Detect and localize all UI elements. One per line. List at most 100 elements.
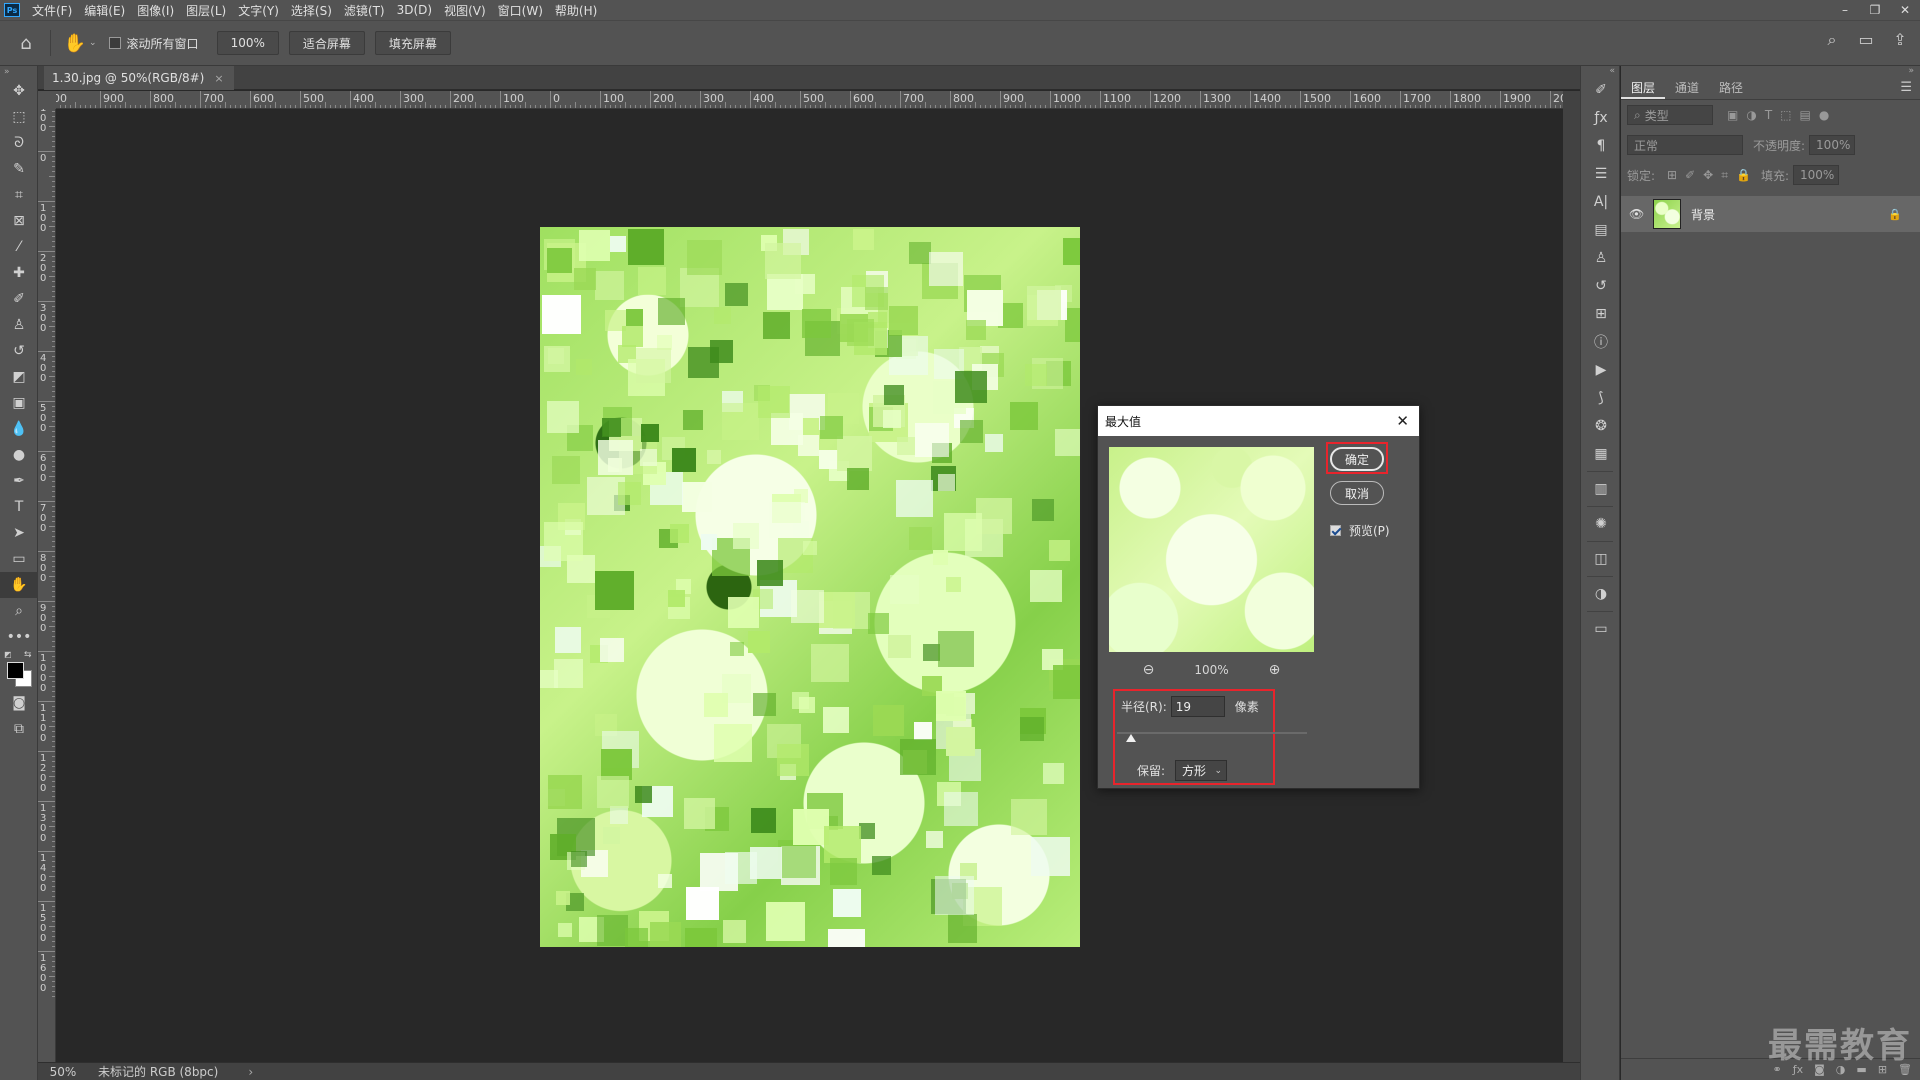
menu-select[interactable]: 选择(S) xyxy=(291,2,332,19)
status-zoom-level[interactable]: 50% xyxy=(38,1065,88,1079)
lock-pixels-icon[interactable]: ✐ xyxy=(1685,168,1695,182)
zoom-in-icon[interactable]: ⊕ xyxy=(1269,662,1281,678)
path-selection-tool-icon[interactable]: ➤ xyxy=(0,520,38,546)
dialog-titlebar[interactable]: 最大值 ✕ xyxy=(1098,406,1419,436)
tool-preset-chevron-icon[interactable]: ⌄ xyxy=(89,38,97,48)
marquee-tool-icon[interactable]: ⬚ xyxy=(0,104,38,130)
search-icon[interactable]: ⌕ xyxy=(1822,30,1842,50)
brush-settings-icon[interactable]: ✐ xyxy=(1581,76,1621,104)
adjustments-icon[interactable]: ☰ xyxy=(1581,160,1621,188)
pen-tool-icon[interactable]: ✒ xyxy=(0,468,38,494)
layer-row-background[interactable]: 👁 背景 🔒 xyxy=(1621,196,1920,232)
lock-transparent-icon[interactable]: ⊞ xyxy=(1667,168,1677,182)
zoom-100-button[interactable]: 100% xyxy=(216,31,279,55)
preview-checkbox[interactable] xyxy=(1330,525,1341,536)
fill-screen-button[interactable]: 填充屏幕 xyxy=(374,31,451,55)
foreground-color-swatch[interactable] xyxy=(7,662,24,679)
quick-mask-icon[interactable]: ◙ xyxy=(0,690,38,716)
home-icon[interactable]: ⌂ xyxy=(12,29,40,57)
close-window-icon[interactable]: ✕ xyxy=(1890,0,1920,20)
paths-panel-icon[interactable]: ⟆ xyxy=(1581,384,1621,412)
expand-toolbar-icon[interactable]: » xyxy=(0,66,37,78)
styles-icon[interactable]: ƒx xyxy=(1581,104,1621,132)
visibility-eye-icon[interactable]: 👁 xyxy=(1629,207,1647,221)
menu-type[interactable]: 文字(Y) xyxy=(238,2,279,19)
adjustment-circle-icon[interactable]: ◑ xyxy=(1581,580,1621,608)
menu-view[interactable]: 视图(V) xyxy=(444,2,486,19)
filter-toggle-icon[interactable]: ● xyxy=(1819,108,1829,122)
lock-artboard-icon[interactable]: ⌗ xyxy=(1721,168,1728,183)
menu-filter[interactable]: 滤镜(T) xyxy=(344,2,385,19)
menu-file[interactable]: 文件(F) xyxy=(32,2,72,19)
swatches-icon[interactable]: ◫ xyxy=(1581,545,1621,573)
filter-type-icon[interactable]: T xyxy=(1765,108,1772,122)
filter-shape-icon[interactable]: ⬚ xyxy=(1780,108,1791,122)
menu-edit[interactable]: 编辑(E) xyxy=(84,2,125,19)
workspace-icon[interactable]: ▭ xyxy=(1856,30,1876,50)
table-icon[interactable]: ▦ xyxy=(1581,440,1621,468)
layer-filter-select[interactable]: ⌕ 类型 xyxy=(1627,105,1713,125)
healing-brush-tool-icon[interactable]: ✚ xyxy=(0,260,38,286)
crop-tool-icon[interactable]: ⌗ xyxy=(0,182,38,208)
scroll-all-windows-checkbox[interactable] xyxy=(108,37,121,49)
color-wheel-icon[interactable]: ✺ xyxy=(1581,510,1621,538)
vertical-ruler[interactable]: 1 0 0 0 1 0 0 2 0 0 3 0 0 4 0 0 5 0 0 6 0 0 7 0 … xyxy=(38,109,56,1062)
gradient-tool-icon[interactable]: ▣ xyxy=(0,390,38,416)
blend-mode-select[interactable]: 正常 xyxy=(1627,135,1743,155)
actions-icon[interactable]: ▶ xyxy=(1581,356,1621,384)
fill-input[interactable]: 100% xyxy=(1793,165,1839,185)
cancel-button[interactable]: 取消 xyxy=(1330,481,1384,505)
clone-source-icon[interactable]: ♙ xyxy=(1581,244,1621,272)
slider-thumb[interactable] xyxy=(1126,734,1136,742)
panel-menu-icon[interactable]: ☰ xyxy=(1900,80,1912,95)
minimize-icon[interactable]: – xyxy=(1830,0,1860,20)
collapse-panels-icon[interactable]: « xyxy=(1581,66,1619,76)
history-brush-tool-icon[interactable]: ↺ xyxy=(0,338,38,364)
lock-position-icon[interactable]: ✥ xyxy=(1703,168,1713,182)
filter-preview-image[interactable] xyxy=(1109,447,1314,652)
tab-layers[interactable]: 图层 xyxy=(1621,77,1666,99)
color-swatches[interactable]: ◩ ⇆ xyxy=(0,650,38,690)
eraser-tool-icon[interactable]: ◩ xyxy=(0,364,38,390)
character-icon[interactable]: A| xyxy=(1581,188,1621,216)
history-icon[interactable]: ↺ xyxy=(1581,272,1621,300)
collapse-layers-icon[interactable]: » xyxy=(1621,66,1920,76)
share-icon[interactable]: ⇪ xyxy=(1890,30,1910,50)
type-tool-icon[interactable]: T xyxy=(0,494,38,520)
hand-tool-button-icon[interactable]: ✋ xyxy=(0,572,38,598)
menu-layer[interactable]: 图层(L) xyxy=(186,2,226,19)
menu-3d[interactable]: 3D(D) xyxy=(397,3,432,17)
frame-tool-icon[interactable]: ⊠ xyxy=(0,208,38,234)
swap-colors-icon[interactable]: ⇆ xyxy=(24,650,32,660)
preserve-select[interactable]: 方形 ⌄ xyxy=(1175,760,1228,781)
filter-smart-object-icon[interactable]: ▤ xyxy=(1800,108,1811,122)
status-menu-arrow-icon[interactable]: › xyxy=(248,1065,253,1079)
move-tool-icon[interactable]: ✥ xyxy=(0,78,38,104)
lasso-tool-icon[interactable]: ᘐ xyxy=(0,130,38,156)
radius-slider[interactable] xyxy=(1117,729,1307,743)
hand-tool-icon[interactable]: ✋ xyxy=(61,29,89,57)
more-tools-icon[interactable]: ••• xyxy=(0,624,38,650)
document-image[interactable] xyxy=(540,227,1080,947)
glyphs-icon[interactable]: ⊞ xyxy=(1581,300,1621,328)
notes-icon[interactable]: ▥ xyxy=(1581,475,1621,503)
brush-tool-icon[interactable]: ✐ xyxy=(0,286,38,312)
libraries-icon[interactable]: ▤ xyxy=(1581,216,1621,244)
menu-window[interactable]: 窗口(W) xyxy=(498,2,543,19)
opacity-input[interactable]: 100% xyxy=(1809,135,1856,155)
preview-checkbox-row[interactable]: 预览(P) xyxy=(1330,522,1390,539)
restore-icon[interactable]: ❐ xyxy=(1860,0,1890,20)
clone-stamp-tool-icon[interactable]: ♙ xyxy=(0,312,38,338)
default-colors-icon[interactable]: ◩ xyxy=(4,650,12,659)
dodge-tool-icon[interactable]: ● xyxy=(0,442,38,468)
screen-mode-icon[interactable]: ⧉ xyxy=(0,716,38,742)
filter-adjustment-icon[interactable]: ◑ xyxy=(1746,108,1756,122)
zoom-out-icon[interactable]: ⊖ xyxy=(1143,662,1155,678)
menu-help[interactable]: 帮助(H) xyxy=(555,2,597,19)
radius-input[interactable]: 19 xyxy=(1170,696,1225,717)
paragraph-icon[interactable]: ¶ xyxy=(1581,132,1621,160)
zoom-tool-icon[interactable]: ⌕ xyxy=(0,598,38,624)
eyedropper-tool-icon[interactable]: ⁄ xyxy=(0,234,38,260)
vertical-scrollbar[interactable] xyxy=(1563,91,1580,1062)
info-icon[interactable]: ⓘ xyxy=(1581,328,1621,356)
